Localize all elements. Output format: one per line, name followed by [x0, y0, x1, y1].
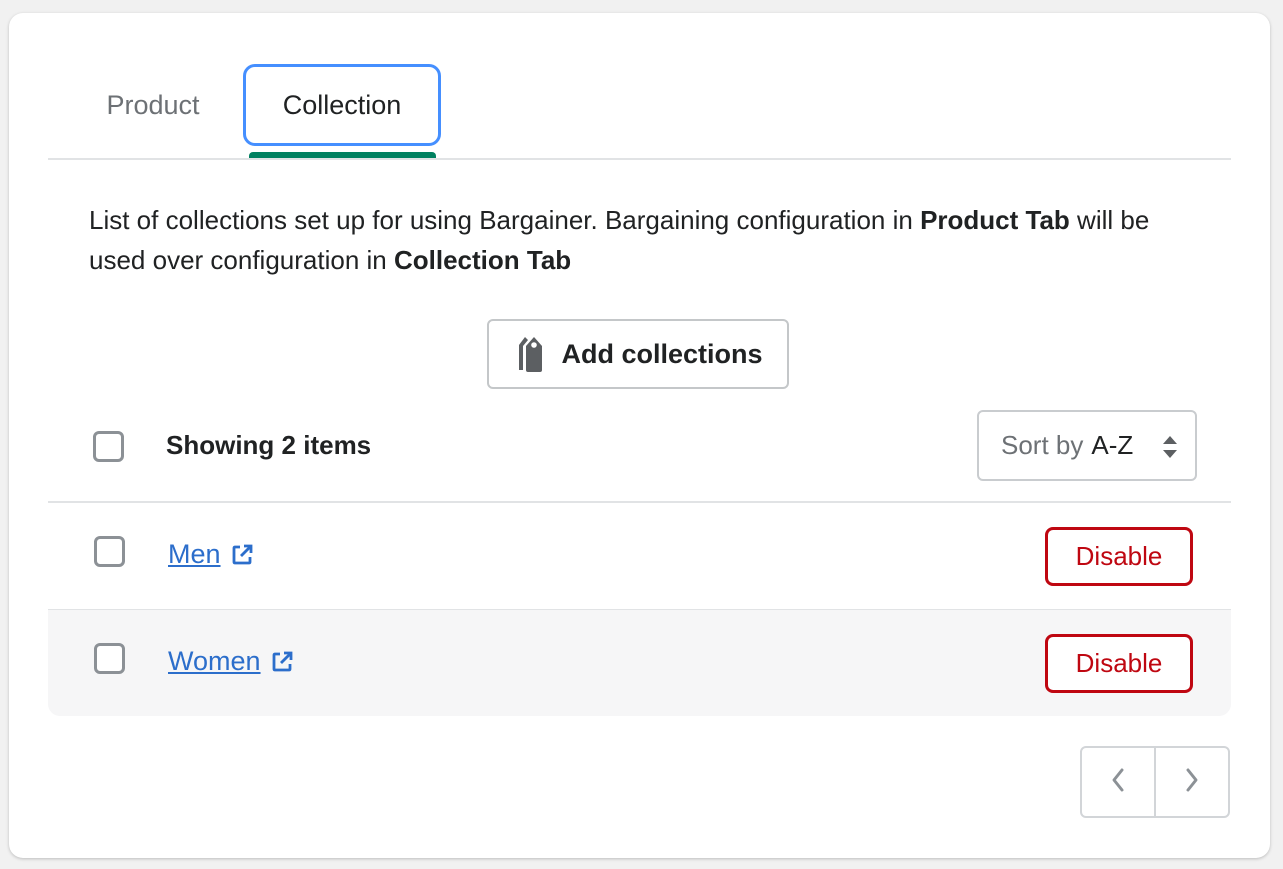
- external-link-icon: [271, 651, 293, 673]
- active-tab-indicator: [249, 152, 436, 158]
- chevron-right-icon: [1183, 766, 1201, 799]
- list-item: Women Disable: [48, 610, 1231, 716]
- external-link-icon: [231, 544, 253, 566]
- add-collections-label: Add collections: [561, 338, 763, 369]
- sort-value: A-Z: [1091, 430, 1134, 460]
- item-checkbox[interactable]: [94, 643, 125, 674]
- product-tab-emphasis: Product Tab: [920, 205, 1070, 235]
- collection-name: Women: [168, 646, 261, 676]
- list-item: Men Disable: [48, 503, 1231, 611]
- collections-card: Product Collection List of collections s…: [9, 13, 1270, 858]
- disable-button[interactable]: Disable: [1045, 634, 1193, 693]
- sort-label: Sort by: [1001, 430, 1084, 460]
- next-page-button[interactable]: [1156, 748, 1228, 816]
- pagination: [1080, 746, 1230, 818]
- tab-bar: Product Collection: [48, 64, 1231, 160]
- tab-product[interactable]: Product: [88, 64, 218, 146]
- select-all-checkbox[interactable]: [93, 431, 124, 462]
- sort-select[interactable]: Sort by A-Z: [977, 410, 1197, 481]
- add-collections-button[interactable]: Add collections: [487, 319, 789, 389]
- tab-product-label: Product: [106, 89, 200, 120]
- collection-link-women[interactable]: Women: [168, 646, 293, 677]
- item-checkbox[interactable]: [94, 536, 125, 567]
- collection-name: Men: [168, 539, 221, 569]
- showing-items-text: Showing 2 items: [166, 430, 372, 460]
- chevron-left-icon: [1109, 766, 1127, 799]
- collection-link-men[interactable]: Men: [168, 539, 253, 570]
- previous-page-button[interactable]: [1082, 748, 1156, 816]
- description-text: List of collections set up for using Bar…: [89, 205, 1150, 275]
- collection-list: Men Disable Women Disable: [48, 501, 1231, 716]
- tab-collection-label: Collection: [282, 89, 402, 120]
- tab-collection[interactable]: Collection: [243, 64, 441, 146]
- disable-button[interactable]: Disable: [1045, 527, 1193, 586]
- tag-icon: [513, 334, 551, 374]
- sort-arrows-icon: [1161, 434, 1179, 467]
- collection-tab-emphasis: Collection Tab: [393, 245, 572, 275]
